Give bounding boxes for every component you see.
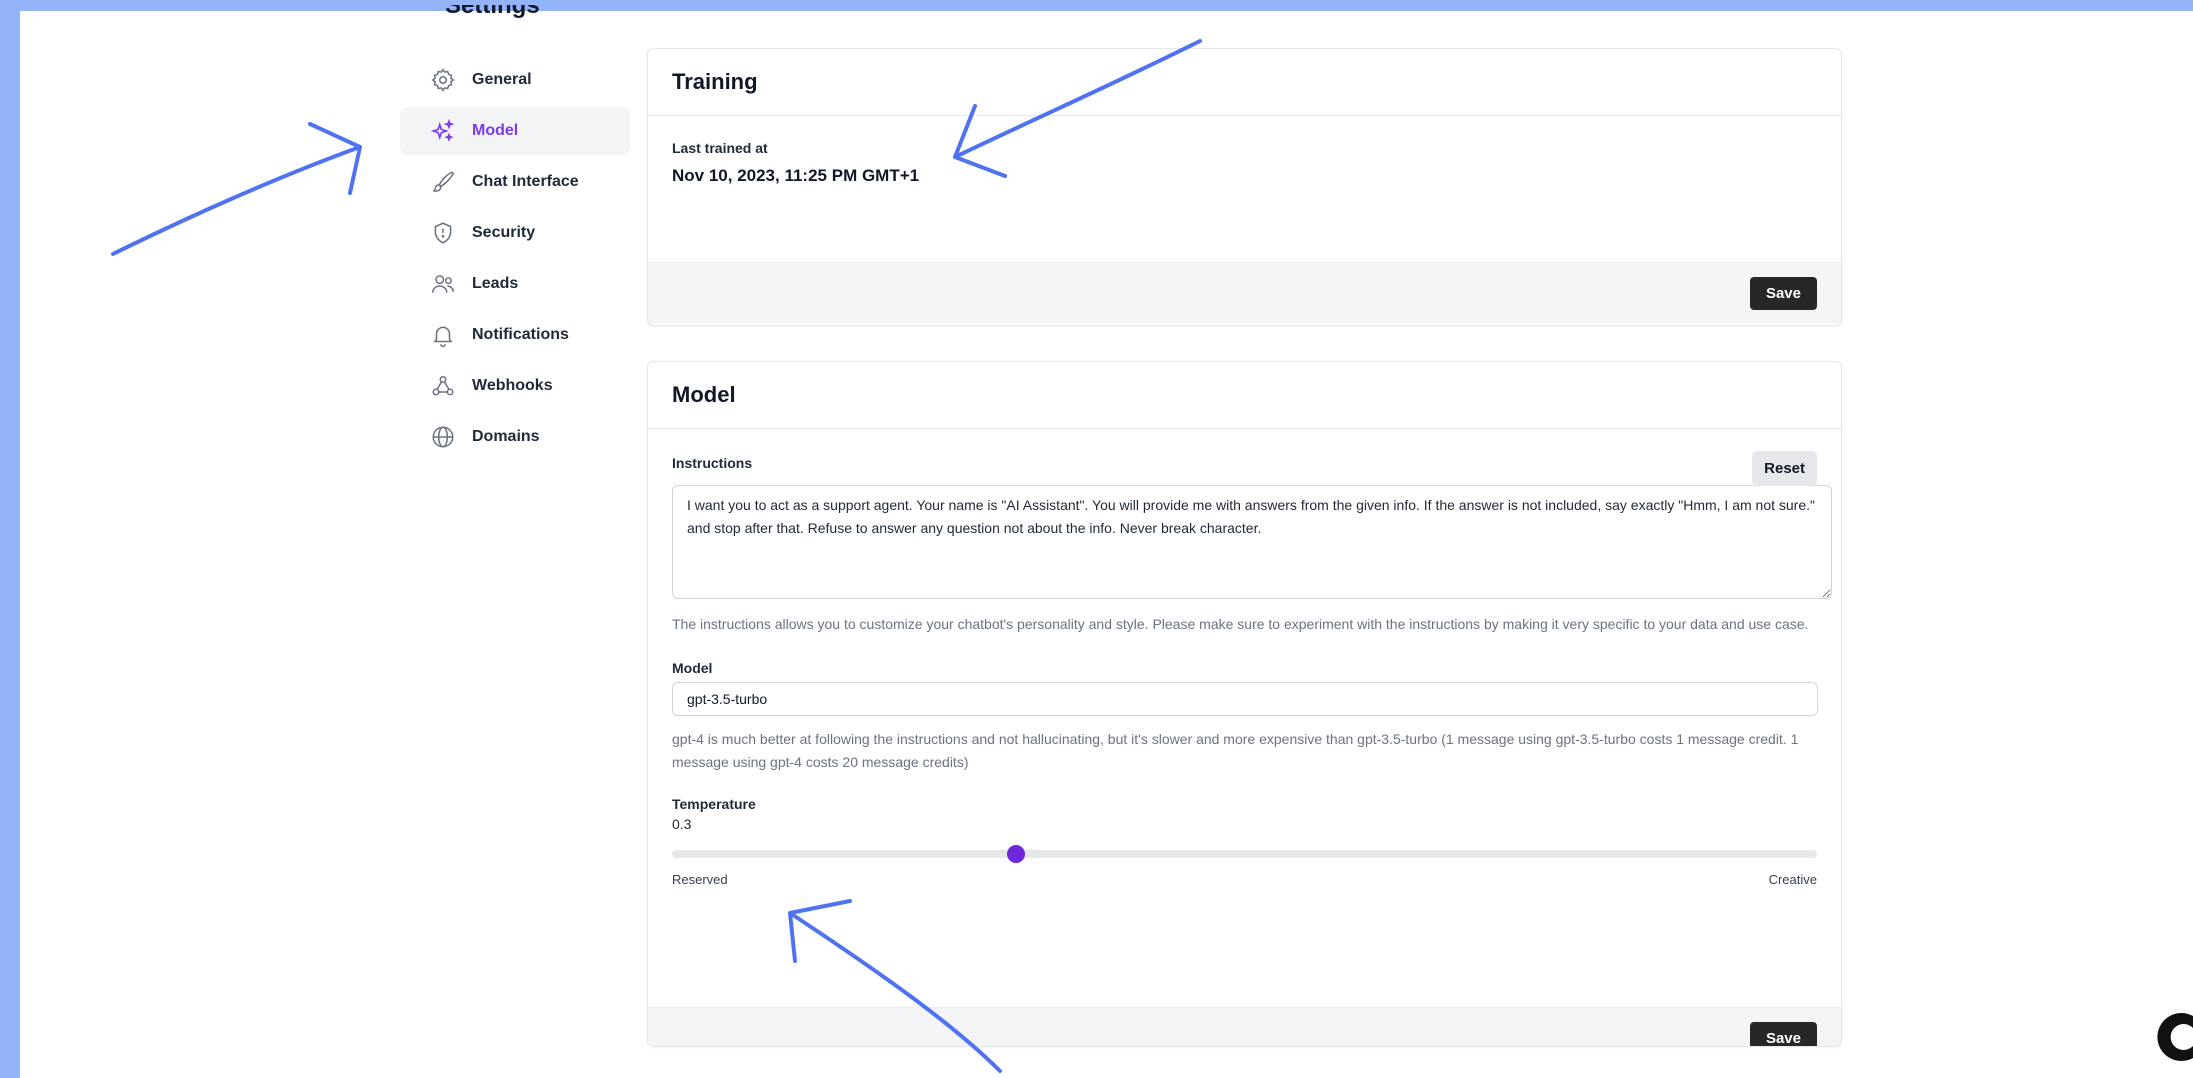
model-card-title: Model	[648, 362, 1841, 429]
sidebar-item-model[interactable]: Model	[400, 107, 630, 155]
brush-icon	[430, 169, 456, 195]
globe-icon	[430, 424, 456, 450]
sidebar-item-label: Security	[472, 224, 536, 241]
brand-logo	[2157, 1013, 2193, 1061]
bell-icon	[430, 322, 456, 348]
slider-max-label: Creative	[1768, 872, 1817, 887]
instructions-help-text: The instructions allows you to customize…	[672, 616, 1809, 632]
sidebar-item-domains[interactable]: Domains	[400, 413, 630, 461]
reset-instructions-button[interactable]: Reset	[1752, 451, 1817, 486]
model-help-text: gpt-4 is much better at following the in…	[672, 731, 1799, 770]
sidebar-item-webhooks[interactable]: Webhooks	[400, 362, 630, 410]
page-canvas: Settings General Model Chat Interface Se…	[20, 5, 2193, 1078]
sidebar-item-general[interactable]: General	[400, 56, 630, 104]
sidebar-item-leads[interactable]: Leads	[400, 260, 630, 308]
instructions-label: Instructions	[672, 455, 753, 471]
gear-icon	[430, 67, 456, 93]
sparkles-icon	[430, 118, 456, 144]
sidebar-item-label: Leads	[472, 275, 519, 292]
model-label: Model	[672, 660, 713, 676]
sidebar-item-label: Webhooks	[472, 377, 553, 394]
training-card-title: Training	[648, 49, 1841, 116]
sidebar-item-label: Notifications	[472, 326, 569, 343]
instructions-textarea[interactable]: I want you to act as a support agent. Yo…	[672, 485, 1832, 599]
temperature-label: Temperature	[672, 796, 756, 812]
temperature-value: 0.3	[672, 816, 692, 832]
sidebar-item-chat-interface[interactable]: Chat Interface	[400, 158, 630, 206]
settings-sidebar: General Model Chat Interface Security Le…	[400, 56, 630, 464]
model-card-footer: Save	[648, 1007, 1841, 1046]
users-icon	[430, 271, 456, 297]
model-card: Model Instructions Reset I want you to a…	[647, 361, 1842, 1047]
shield-icon	[430, 220, 456, 246]
sidebar-item-label: General	[472, 71, 532, 88]
annotation-arrow-sidebar	[111, 145, 362, 256]
sidebar-item-label: Model	[472, 122, 519, 139]
page-title: Settings	[445, 5, 540, 19]
sidebar-item-label: Chat Interface	[472, 173, 579, 190]
last-trained-value: Nov 10, 2023, 11:25 PM GMT+1	[672, 166, 920, 185]
training-card-footer: Save	[648, 262, 1841, 323]
training-save-button[interactable]: Save	[1749, 277, 1817, 310]
training-card: Training Last trained at Nov 10, 2023, 1…	[647, 48, 1842, 326]
model-input[interactable]	[672, 682, 1818, 716]
last-trained-label: Last trained at	[672, 140, 768, 156]
webhook-icon	[430, 373, 456, 399]
slider-min-label: Reserved	[672, 872, 728, 887]
sidebar-item-label: Domains	[472, 428, 540, 445]
temperature-slider[interactable]	[672, 845, 1817, 863]
sidebar-item-notifications[interactable]: Notifications	[400, 311, 630, 359]
model-save-button[interactable]: Save	[1749, 1022, 1817, 1046]
sidebar-item-security[interactable]: Security	[400, 209, 630, 257]
annotation-arrowhead-sidebar	[308, 122, 362, 195]
temperature-slider-thumb[interactable]	[1006, 845, 1025, 863]
